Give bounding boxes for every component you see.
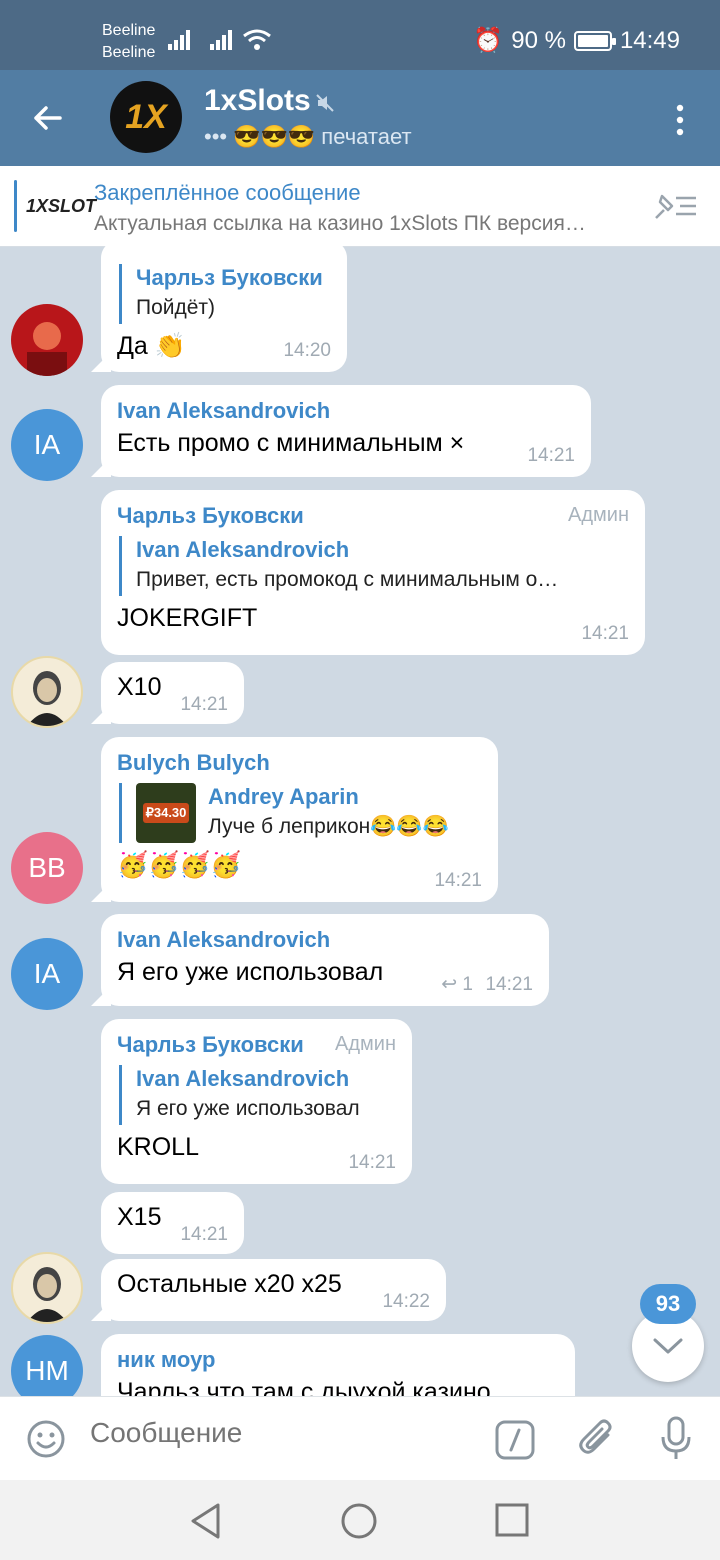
attach-icon[interactable] (578, 1417, 618, 1461)
message-bubble[interactable]: Чарльз Буковски Пойдёт) Да 👏 14:20 (101, 246, 347, 372)
thumbnail-price: ₽34.30 (142, 803, 190, 823)
signal-icon-2 (210, 30, 232, 50)
back-arrow-icon[interactable] (28, 98, 68, 138)
chat-header: 1X 1xSlots ••• 😎😎😎 печатает (0, 70, 720, 166)
pinned-title: Закреплённое сообщение (94, 180, 361, 205)
admin-badge: Админ (335, 1033, 396, 1055)
reply-quote[interactable]: Чарльз Буковски Пойдёт) (119, 264, 331, 324)
channel-avatar[interactable]: 1X (110, 81, 182, 153)
message-time: 14:21 (527, 445, 575, 466)
status-bar: Beeline Beeline ⏰ 90 % 14:49 (0, 0, 720, 70)
microphone-icon[interactable] (658, 1415, 694, 1463)
reply-author: Чарльз Буковски (136, 265, 323, 290)
message-input[interactable] (90, 1417, 470, 1449)
reply-text: Привет, есть промокод с минимальным о… (136, 568, 559, 591)
pinned-text: Актуальная ссылка на казино 1xSlots ПК в… (94, 212, 586, 235)
clock: 14:49 (619, 26, 680, 54)
message-bubble[interactable]: Остальные x20 x25 14:22 (101, 1259, 446, 1321)
battery-icon (573, 30, 616, 51)
pinned-list-icon[interactable] (652, 190, 700, 222)
carrier-2: Beeline (102, 44, 156, 61)
message-bubble[interactable]: X15 14:21 (101, 1192, 244, 1254)
reply-author: Ivan Aleksandrovich (136, 1066, 350, 1091)
nav-back-icon[interactable] (188, 1502, 224, 1540)
avatar-user-photo[interactable] (11, 656, 83, 728)
battery-percent: 90 % (511, 26, 566, 54)
reply-count[interactable]: ↩ 1 (441, 973, 473, 996)
message-time: 14:21 (581, 623, 629, 644)
user-photo-icon (27, 671, 67, 726)
message-time: 14:21 (180, 1224, 228, 1245)
pinned-message-bar[interactable]: 1XSLOT Закреплённое сообщение Актуальная… (0, 166, 720, 247)
typing-status: ••• 😎😎😎 печатает (204, 124, 412, 150)
user-photo-icon (27, 322, 67, 376)
reply-text: Луче б леприкон😂😂😂 (208, 815, 449, 838)
status-right: ⏰ 90 % 14:49 (473, 26, 680, 55)
reply-quote[interactable]: Ivan Aleksandrovich Привет, есть промоко… (119, 536, 629, 596)
sender-name[interactable]: Ivan Aleksandrovich (117, 397, 575, 425)
message-bubble[interactable]: Чарльз Буковски Админ Ivan Aleksandrovic… (101, 1019, 412, 1184)
reply-text: Я его уже использовал (136, 1097, 360, 1120)
user-photo-icon (27, 1267, 67, 1322)
emoji-icon[interactable] (26, 1419, 66, 1459)
message-bubble[interactable]: Чарльз Буковски Админ Ivan Aleksandrovic… (101, 490, 645, 655)
message-time: 14:20 (283, 340, 331, 361)
reply-arrow-icon: ↩ (441, 974, 458, 995)
message-time: 14:21 (348, 1152, 396, 1173)
pinned-thumbnail: 1XSLOT (26, 196, 97, 216)
message-text: Есть промо с минимальным × (117, 429, 465, 457)
message-composer (0, 1396, 720, 1481)
channel-title[interactable]: 1xSlots (204, 84, 311, 118)
reply-count-value: 1 (462, 974, 473, 995)
unread-badge: 93 (640, 1284, 696, 1324)
carrier-1: Beeline (102, 22, 156, 39)
system-navigation-bar (0, 1480, 720, 1560)
more-menu-icon[interactable] (668, 100, 692, 140)
typing-emoji: 😎😎😎 (233, 124, 316, 149)
admin-badge: Админ (568, 504, 629, 526)
message-time: 14:21 (180, 694, 228, 715)
avatar-nm[interactable]: НМ (11, 1335, 83, 1396)
avatar-ia[interactable]: IA (11, 938, 83, 1010)
message-bubble[interactable]: ник моур Чарльз что там с дыухой казино (101, 1334, 575, 1396)
muted-icon (316, 94, 334, 112)
nav-home-icon[interactable] (340, 1502, 378, 1540)
sender-name[interactable]: Ivan Aleksandrovich (117, 926, 533, 954)
message-text: 🥳🥳🥳🥳 (117, 851, 242, 879)
message-text: Чарльз что там с дыухой казино (117, 1378, 491, 1396)
reply-text: Пойдёт) (136, 296, 216, 319)
carrier-labels: Beeline Beeline (102, 20, 155, 64)
message-list[interactable]: Чарльз Буковски Пойдёт) Да 👏 14:20 IA Iv… (0, 246, 720, 1396)
wifi-icon (243, 29, 271, 50)
reply-author: Andrey Aparin (208, 784, 359, 809)
message-time: 14:21 (485, 974, 533, 995)
message-bubble[interactable]: Ivan Aleksandrovich Я его уже использова… (101, 914, 549, 1006)
message-time: 14:22 (382, 1291, 430, 1312)
sender-name[interactable]: Чарльз Буковски (117, 502, 629, 530)
message-bubble[interactable]: X10 14:21 (101, 662, 244, 724)
message-text: JOKERGIFT (117, 604, 258, 632)
avatar-user-photo[interactable] (11, 1252, 83, 1324)
bot-commands-icon[interactable] (494, 1419, 536, 1461)
reply-thumbnail: ₽34.30 (136, 783, 196, 843)
message-time: 14:21 (434, 870, 482, 891)
message-bubble[interactable]: Bulych Bulych ₽34.30 Andrey Aparin Луче … (101, 737, 498, 902)
avatar-ia[interactable]: IA (11, 409, 83, 481)
sender-name[interactable]: Bulych Bulych (117, 749, 482, 777)
message-bubble[interactable]: Ivan Aleksandrovich Есть промо с минимал… (101, 385, 591, 477)
signal-icon (168, 30, 190, 50)
reply-author: Ivan Aleksandrovich (136, 537, 350, 562)
pinned-indicator (14, 180, 17, 232)
nav-recents-icon[interactable] (494, 1502, 530, 1538)
reply-quote[interactable]: ₽34.30 Andrey Aparin Луче б леприкон😂😂😂 (119, 783, 482, 843)
chevron-down-icon (653, 1338, 683, 1354)
sender-name[interactable]: ник моур (117, 1346, 559, 1374)
typing-dots-icon: ••• (204, 124, 228, 149)
typing-label: печатает (321, 124, 412, 149)
alarm-icon: ⏰ (473, 27, 504, 54)
avatar-user-photo[interactable] (11, 304, 83, 376)
reply-quote[interactable]: Ivan Aleksandrovich Я его уже использова… (119, 1065, 396, 1125)
avatar-bb[interactable]: BB (11, 832, 83, 904)
